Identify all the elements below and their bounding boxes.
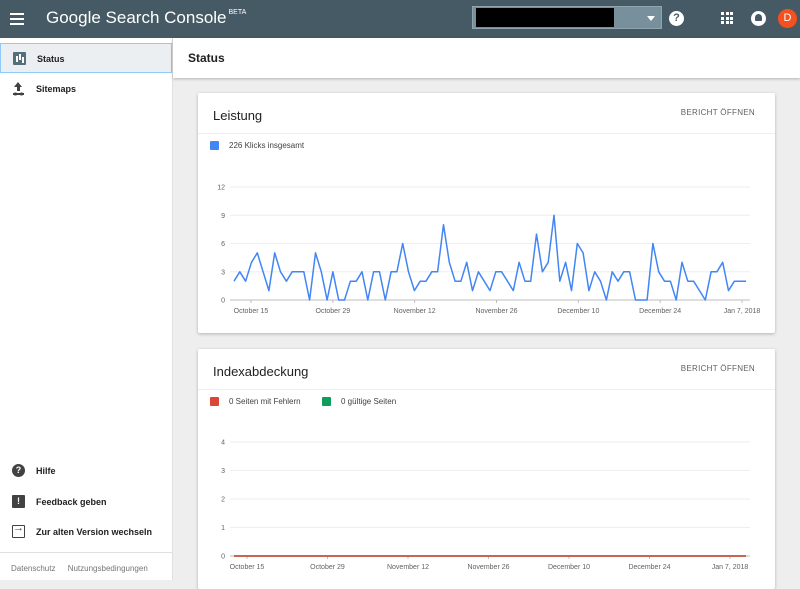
help-icon: ? <box>12 464 25 477</box>
property-selector[interactable] <box>472 6 662 29</box>
dropdown-caret-icon <box>647 16 655 21</box>
apps-grid-icon[interactable] <box>721 12 733 24</box>
sidebar-item-sitemaps[interactable]: Sitemaps <box>0 74 172 104</box>
x-tick-label: December 24 <box>639 308 681 315</box>
sidebar-item-help[interactable]: ? Hilfe <box>0 456 172 486</box>
x-tick-label: October 15 <box>234 308 269 315</box>
privacy-link[interactable]: Datenschutz <box>11 564 55 573</box>
account-avatar[interactable]: D <box>778 9 797 28</box>
status-chart-icon <box>13 52 26 65</box>
sidebar-item-label: Sitemaps <box>36 84 77 94</box>
redacted-property-name <box>476 8 614 27</box>
top-app-bar: Google Search Console BETA ? D <box>0 0 800 38</box>
terms-link[interactable]: Nutzungsbedingungen <box>68 564 148 573</box>
performance-card: Leistung BERICHT ÖFFNEN 226 Klicks insge… <box>198 93 775 333</box>
x-tick-label: November 26 <box>467 564 509 571</box>
sidebar-item-label: Hilfe <box>36 466 56 476</box>
upload-icon <box>12 82 25 95</box>
brand-logo[interactable]: Google Search Console BETA <box>46 8 246 28</box>
feedback-icon: ! <box>12 495 25 508</box>
y-tick-label: 2 <box>221 497 225 504</box>
exit-icon <box>12 522 25 538</box>
series-line <box>233 214 746 301</box>
x-tick-label: October 29 <box>310 564 345 571</box>
sidebar-footer-divider <box>0 552 172 553</box>
performance-chart: 0 3 6 9 12 October 15 October 29 November 12 Nov… <box>217 185 761 316</box>
x-tick-label: December 24 <box>628 564 670 571</box>
sidebar: Status Sitemaps ? Hilfe ! Feedback geben… <box>0 38 173 580</box>
x-tick-label: Jan 7, 2018 <box>724 308 761 315</box>
sidebar-item-status[interactable]: Status <box>0 43 172 73</box>
y-tick-label: 3 <box>221 269 225 276</box>
y-tick-label: 9 <box>221 213 225 220</box>
y-tick-label: 3 <box>221 468 225 475</box>
x-tick-label: October 29 <box>316 308 351 315</box>
brand-name: Google Search Console <box>46 8 227 27</box>
y-tick-label: 6 <box>221 241 225 248</box>
page-header: Status <box>173 38 800 78</box>
x-tick-label: November 12 <box>394 308 436 315</box>
help-icon[interactable]: ? <box>669 11 684 26</box>
page-title: Status <box>188 51 225 65</box>
sidebar-item-feedback[interactable]: ! Feedback geben <box>0 487 172 517</box>
sidebar-item-label: Status <box>37 54 65 64</box>
x-tick-label: December 10 <box>557 308 599 315</box>
x-tick-label: December 10 <box>548 564 590 571</box>
y-tick-label: 1 <box>221 525 225 532</box>
x-tick-label: November 12 <box>387 564 429 571</box>
x-tick-label: November 26 <box>475 308 517 315</box>
y-tick-label: 0 <box>221 554 225 561</box>
y-tick-label: 0 <box>221 298 225 305</box>
sidebar-item-old-version[interactable]: Zur alten Version wechseln <box>0 517 172 547</box>
y-tick-label: 12 <box>217 185 225 192</box>
beta-badge: BETA <box>228 9 247 16</box>
x-tick-label: October 15 <box>230 564 265 571</box>
index-coverage-card: Indexabdeckung BERICHT ÖFFNEN 0 Seiten m… <box>198 349 775 589</box>
hamburger-menu-icon[interactable] <box>10 10 26 28</box>
notifications-bell-icon[interactable] <box>751 11 766 26</box>
x-tick-label: Jan 7, 2018 <box>712 564 749 571</box>
sidebar-item-label: Zur alten Version wechseln <box>36 527 153 537</box>
index-coverage-chart: 0 1 2 3 4 October 15 October 29 November 12 Nove… <box>221 440 750 571</box>
sidebar-footer: Datenschutz Nutzungsbedingungen <box>11 564 158 573</box>
sidebar-item-label: Feedback geben <box>36 497 107 507</box>
y-tick-label: 4 <box>221 440 225 447</box>
